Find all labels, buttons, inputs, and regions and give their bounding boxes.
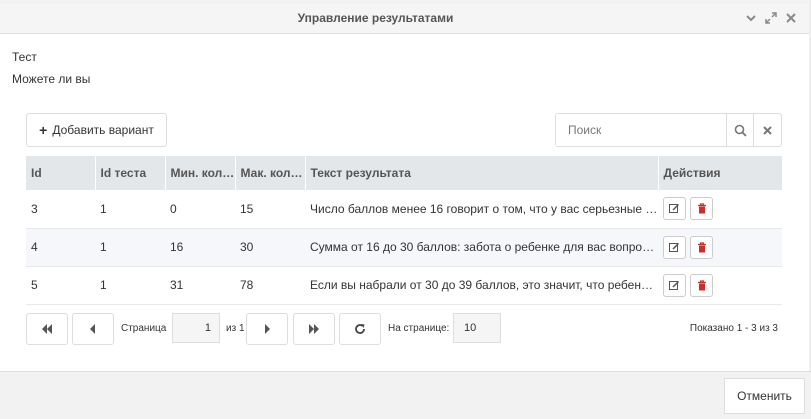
last-page-button[interactable] — [293, 313, 335, 345]
page-size-input[interactable] — [453, 313, 501, 343]
edit-icon — [669, 242, 680, 252]
plus-icon: + — [39, 122, 48, 138]
manage-results-dialog: Управление результатами Тест Можете ли в… — [0, 0, 811, 419]
double-chevron-left-icon — [42, 324, 52, 334]
pagination-bar: Страница из 1 На странице: Показано 1 - … — [26, 313, 782, 345]
cell-id: 4 — [26, 228, 95, 267]
column-header-result-text[interactable]: Текст результата — [305, 156, 659, 190]
page-number-input[interactable] — [172, 313, 220, 343]
add-variant-button[interactable]: + Добавить вариант — [26, 113, 167, 147]
cell-test-id: 1 — [95, 266, 165, 305]
edit-button[interactable] — [663, 197, 686, 221]
cell-test-id: 1 — [95, 190, 165, 229]
cell-max-score: 30 — [235, 228, 305, 267]
trash-icon — [697, 241, 706, 252]
dialog-title: Управление результатами — [297, 11, 454, 25]
delete-button[interactable] — [690, 235, 713, 259]
refresh-icon — [355, 324, 365, 334]
cell-actions — [658, 190, 782, 229]
add-variant-label: Добавить вариант — [52, 123, 154, 137]
cell-result-text: Число баллов менее 16 говорит о том, что… — [305, 190, 658, 229]
results-table: Id Id теста Мин. кол-во баллов Мак. кол-… — [26, 156, 783, 305]
column-header-min-score[interactable]: Мин. кол-во баллов — [165, 156, 236, 190]
refresh-button[interactable] — [339, 313, 381, 345]
cell-test-id: 1 — [95, 228, 165, 267]
column-header-max-score[interactable]: Мак. кол-во баллов — [235, 156, 306, 190]
test-name: Можете ли вы — [12, 72, 91, 86]
chevron-left-icon — [90, 324, 95, 334]
cell-id: 5 — [26, 266, 95, 305]
prev-page-button[interactable] — [72, 313, 114, 345]
first-page-button[interactable] — [26, 313, 68, 345]
search-input[interactable] — [556, 114, 727, 146]
page-of-label: из 1 — [226, 323, 245, 334]
cell-min-score: 31 — [165, 266, 235, 305]
edit-button[interactable] — [663, 273, 686, 297]
clear-search-icon[interactable] — [754, 114, 781, 146]
table-row[interactable]: 4 1 16 30 Сумма от 16 до 30 баллов: забо… — [26, 228, 782, 267]
chevron-right-icon — [265, 324, 270, 334]
cell-max-score: 15 — [235, 190, 305, 229]
column-header-test-id[interactable]: Id теста — [95, 156, 166, 190]
double-chevron-right-icon — [309, 324, 319, 334]
cell-min-score: 16 — [165, 228, 235, 267]
per-page-label: На странице: — [388, 323, 450, 334]
cell-actions — [658, 266, 782, 305]
table-row[interactable]: 5 1 31 78 Если вы набрали от 30 до 39 ба… — [26, 266, 782, 305]
search-icon[interactable] — [727, 114, 754, 146]
test-label: Тест — [12, 50, 37, 64]
column-header-actions: Действия — [658, 156, 783, 190]
cell-id: 3 — [26, 190, 95, 229]
cell-result-text: Если вы набрали от 30 до 39 баллов, это … — [305, 266, 658, 305]
cancel-button[interactable]: Отменить — [724, 378, 805, 414]
cell-actions — [658, 228, 782, 267]
trash-icon — [697, 279, 706, 290]
page-label: Страница — [121, 323, 167, 334]
chevron-down-icon[interactable] — [745, 10, 757, 26]
dialog-body: Тест Можете ли вы + Добавить вариант Пои… — [0, 35, 811, 371]
column-header-id[interactable]: Id — [26, 156, 96, 190]
cell-max-score: 78 — [235, 266, 305, 305]
expand-icon[interactable] — [765, 10, 777, 26]
edit-icon — [669, 280, 680, 290]
table-header-row: Id Id теста Мин. кол-во баллов Мак. кол-… — [26, 156, 783, 190]
cell-min-score: 0 — [165, 190, 235, 229]
search-box — [555, 113, 782, 147]
next-page-button[interactable] — [246, 313, 288, 345]
table-row[interactable]: 3 1 0 15 Число баллов менее 16 говорит о… — [26, 190, 782, 229]
delete-button[interactable] — [690, 273, 713, 297]
dialog-titlebar: Управление результатами — [0, 4, 811, 34]
trash-icon — [697, 203, 706, 214]
edit-button[interactable] — [663, 235, 686, 259]
edit-icon — [669, 204, 680, 214]
pagination-info: Показано 1 - 3 из 3 — [689, 323, 778, 334]
delete-button[interactable] — [690, 197, 713, 221]
dialog-footer: Отменить — [0, 371, 811, 419]
cell-result-text: Сумма от 16 до 30 баллов: забота о ребен… — [305, 228, 658, 267]
close-icon[interactable] — [785, 10, 797, 26]
